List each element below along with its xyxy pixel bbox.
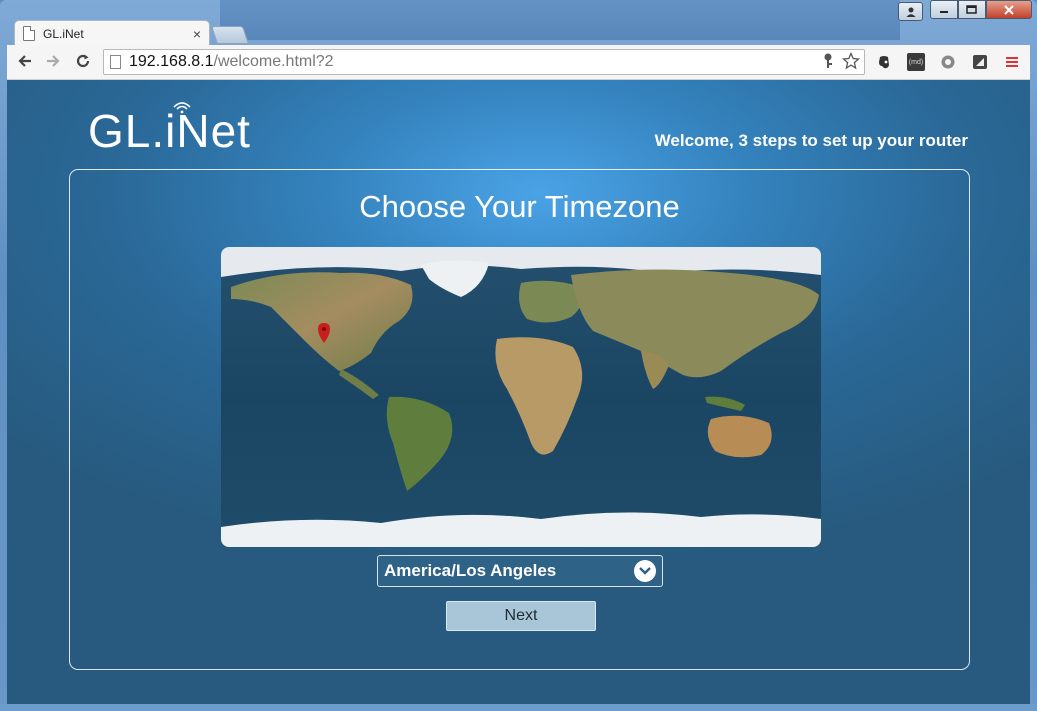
window-bottom-border	[0, 704, 1037, 711]
welcome-text: Welcome, 3 steps to set up your router	[654, 131, 968, 150]
new-tab-button[interactable]	[211, 26, 249, 44]
omnibox-icons	[820, 52, 860, 70]
web-page: GL.iNet Welcome, 3 steps to set up your …	[7, 80, 1030, 704]
address-bar[interactable]: 192.168.8.1/welcome.html?2	[103, 49, 865, 75]
bookmark-star-icon[interactable]	[842, 52, 860, 70]
maximize-button[interactable]	[958, 0, 986, 19]
timezone-select[interactable]: America/Los Angeles	[377, 555, 663, 587]
wifi-icon	[173, 102, 191, 114]
logo-text: GL.iNet	[88, 105, 251, 157]
timezone-select-value: America/Los Angeles	[384, 561, 557, 580]
next-button[interactable]: Next	[446, 601, 596, 631]
page-icon	[23, 26, 35, 41]
url-path: /welcome.html?2	[213, 53, 334, 70]
browser-window: GL.iNet × 192.168.8.1/welcome.html?2 (md…	[0, 0, 1037, 711]
back-arrow-icon[interactable]	[15, 52, 35, 72]
world-map-image	[221, 247, 821, 547]
tab-close-icon[interactable]: ×	[193, 26, 201, 42]
url-host: 192.168.8.1	[129, 53, 214, 70]
world-map[interactable]	[221, 247, 821, 547]
window-controls	[930, 0, 1032, 20]
browser-toolbar: 192.168.8.1/welcome.html?2 (md)	[7, 45, 1030, 80]
setup-panel: Choose Your Timezone America/Los Angeles…	[69, 169, 970, 670]
tab-title: GL.iNet	[43, 26, 84, 41]
markdown-extension-icon[interactable]: (md)	[907, 53, 925, 71]
chevron-down-icon	[634, 560, 656, 582]
tab-gl-inet[interactable]: GL.iNet ×	[14, 20, 210, 46]
user-icon[interactable]	[898, 2, 923, 21]
desktop-background-strip	[220, 0, 900, 40]
reload-icon[interactable]	[73, 52, 93, 72]
close-window-button[interactable]	[986, 0, 1032, 19]
page-title: Choose Your Timezone	[359, 189, 680, 224]
circle-extension-icon[interactable]	[939, 53, 957, 71]
key-icon[interactable]	[820, 52, 836, 70]
forward-arrow-icon[interactable]	[43, 52, 63, 72]
square-extension-icon[interactable]	[971, 53, 989, 71]
page-icon	[110, 55, 121, 69]
minimize-button[interactable]	[930, 0, 958, 19]
gl-inet-logo: GL.iNet	[88, 102, 251, 158]
menu-icon[interactable]	[1003, 53, 1021, 71]
evernote-icon[interactable]	[875, 53, 893, 71]
